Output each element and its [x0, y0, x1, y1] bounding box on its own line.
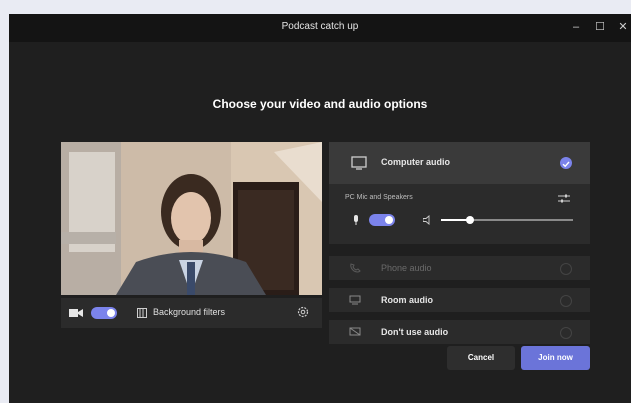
- volume-thumb[interactable]: [466, 216, 474, 224]
- phone-audio-option[interactable]: Phone audio: [329, 256, 590, 280]
- speaker-volume-icon: [423, 215, 430, 225]
- phone-icon: [350, 263, 361, 273]
- background-filters-button[interactable]: Background filters: [153, 307, 225, 317]
- room-audio-radio[interactable]: [560, 295, 572, 307]
- microphone-toggle[interactable]: [369, 214, 395, 226]
- cancel-button[interactable]: Cancel: [447, 346, 515, 370]
- room-audio-label: Room audio: [381, 295, 433, 305]
- computer-audio-label: Computer audio: [381, 157, 450, 167]
- background-filters-icon: [137, 308, 147, 318]
- no-audio-option[interactable]: Don't use audio: [329, 320, 590, 344]
- device-label: PC Mic and Speakers: [345, 194, 413, 201]
- toggle-knob: [385, 216, 393, 224]
- computer-audio-icon: [351, 156, 367, 170]
- toggle-knob: [107, 309, 115, 317]
- video-controls-bar: Background filters: [61, 298, 322, 328]
- device-settings: PC Mic and Speakers: [329, 184, 590, 244]
- volume-slider[interactable]: [441, 216, 573, 224]
- no-audio-radio[interactable]: [560, 327, 572, 339]
- camera-icon: [69, 309, 83, 317]
- selected-check-icon: [560, 157, 572, 169]
- close-button[interactable]: ✕: [616, 19, 630, 35]
- phone-audio-radio[interactable]: [560, 263, 572, 275]
- camera-toggle[interactable]: [91, 307, 117, 319]
- maximize-button[interactable]: ☐: [593, 19, 607, 35]
- computer-audio-option[interactable]: Computer audio: [329, 142, 590, 184]
- meeting-window: Podcast catch up – ☐ ✕ Choose your video…: [9, 14, 631, 403]
- room-audio-option[interactable]: Room audio: [329, 288, 590, 312]
- device-settings-icon[interactable]: [558, 194, 570, 203]
- title-bar: Podcast catch up – ☐ ✕: [9, 14, 631, 42]
- no-audio-label: Don't use audio: [381, 327, 449, 337]
- room-audio-icon: [349, 295, 361, 305]
- window-title: Podcast catch up: [281, 21, 359, 32]
- phone-audio-label: Phone audio: [381, 263, 432, 273]
- join-now-button[interactable]: Join now: [521, 346, 590, 370]
- minimize-button[interactable]: –: [569, 19, 583, 35]
- no-audio-icon: [349, 327, 361, 336]
- settings-gear-icon[interactable]: [297, 306, 309, 318]
- video-preview: [61, 142, 322, 295]
- microphone-icon: [354, 215, 358, 225]
- page-heading: Choose your video and audio options: [212, 97, 428, 111]
